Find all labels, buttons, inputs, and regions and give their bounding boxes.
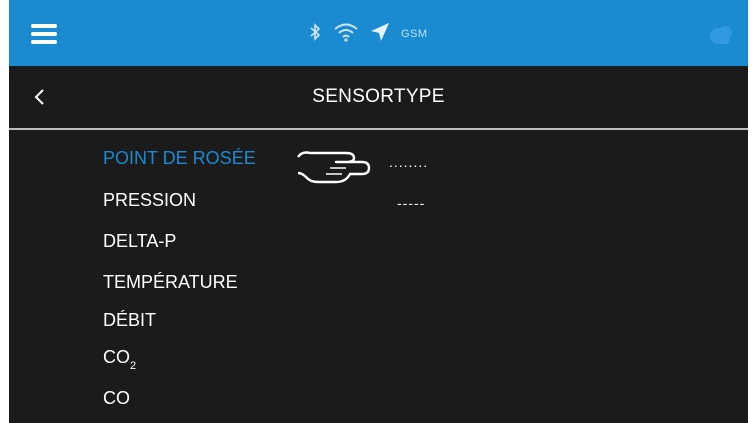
list-item-label: PRESSION: [103, 190, 197, 210]
list-item-label: DÉBIT: [103, 310, 157, 330]
wifi-icon: [333, 22, 359, 47]
title-bar: SENSORTYPE: [9, 66, 748, 130]
list-item-dew-point[interactable]: POINT DE ROSÉE: [103, 148, 256, 169]
top-status-bar: GSM: [9, 0, 748, 66]
list-item-label: TEMPÉRATURE: [103, 272, 238, 292]
menu-button[interactable]: [25, 19, 65, 49]
list-item-co[interactable]: CO: [103, 388, 130, 409]
pointing-hand-icon: [296, 147, 376, 187]
cloud-icon: [706, 20, 734, 48]
menu-icon-bar: [31, 40, 57, 44]
list-item-flow[interactable]: DÉBIT: [103, 310, 156, 331]
list-item-temperature[interactable]: TEMPÉRATURE: [103, 272, 238, 293]
status-icons: GSM: [309, 22, 428, 46]
pressure-value: -----: [397, 195, 426, 211]
page-title: SENSORTYPE: [312, 86, 445, 107]
menu-icon-bar: [31, 32, 57, 36]
list-item-label: CO: [103, 347, 130, 367]
gsm-label: GSM: [401, 28, 428, 40]
co2-subscript: 2: [130, 360, 137, 372]
list-item-delta-p[interactable]: DELTA-P: [103, 231, 176, 252]
list-item-pressure[interactable]: PRESSION: [103, 190, 196, 211]
location-arrow-icon: [369, 21, 391, 48]
list-item-label: POINT DE ROSÉE: [103, 148, 256, 168]
bluetooth-icon: [309, 22, 321, 46]
menu-icon: [31, 24, 57, 28]
list-item-co2[interactable]: CO2: [103, 347, 136, 372]
dew-point-value: ........: [389, 154, 429, 170]
device-screen: GSM SENSORTYPE POINT DE ROSÉE ........ P…: [9, 0, 748, 423]
list-item-label: DELTA-P: [103, 231, 177, 251]
list-item-label: CO: [103, 388, 130, 408]
